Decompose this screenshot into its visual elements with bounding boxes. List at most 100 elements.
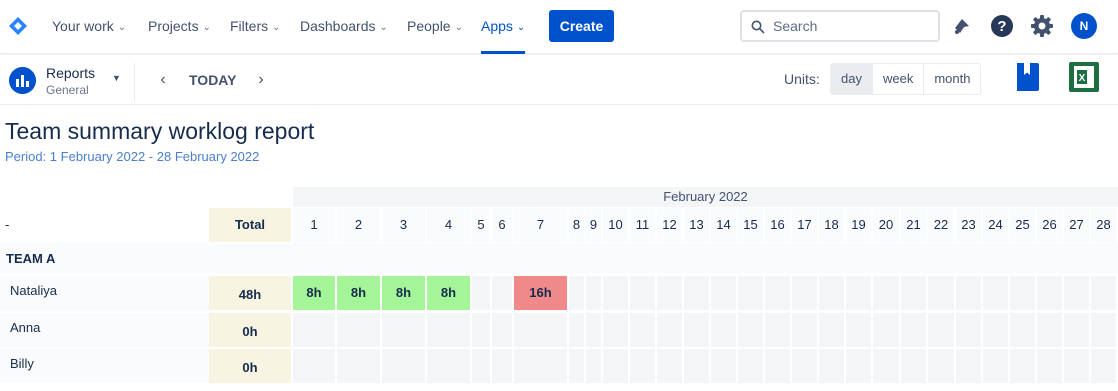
empty-day-cell[interactable] xyxy=(873,276,899,310)
member-name[interactable]: Billy xyxy=(0,349,209,383)
empty-day-cell[interactable] xyxy=(711,276,736,310)
empty-day-cell[interactable] xyxy=(514,349,567,383)
empty-day-cell[interactable] xyxy=(492,313,512,347)
empty-day-cell[interactable] xyxy=(765,313,790,347)
empty-day-cell[interactable] xyxy=(603,349,628,383)
empty-day-cell[interactable] xyxy=(1091,349,1116,383)
empty-day-cell[interactable] xyxy=(1010,349,1035,383)
empty-day-cell[interactable] xyxy=(293,313,335,347)
empty-day-cell[interactable] xyxy=(983,276,1008,310)
empty-day-cell[interactable] xyxy=(1010,313,1035,347)
empty-day-cell[interactable] xyxy=(569,349,584,383)
empty-day-cell[interactable] xyxy=(901,276,926,310)
empty-day-cell[interactable] xyxy=(983,349,1008,383)
worklog-cell[interactable]: 8h xyxy=(427,276,470,310)
empty-day-cell[interactable] xyxy=(630,276,655,310)
day-header-27: 27 xyxy=(1064,208,1089,242)
empty-day-cell[interactable] xyxy=(846,276,871,310)
empty-day-cell[interactable] xyxy=(586,349,601,383)
empty-day-cell[interactable] xyxy=(1091,276,1116,310)
empty-day-cell[interactable] xyxy=(819,349,844,383)
empty-day-cell[interactable] xyxy=(956,313,981,347)
day-header-21: 21 xyxy=(901,208,926,242)
empty-day-cell[interactable] xyxy=(956,276,981,310)
empty-day-cell[interactable] xyxy=(1037,349,1062,383)
empty-day-cell[interactable] xyxy=(514,313,567,347)
day-header-23: 23 xyxy=(956,208,981,242)
empty-day-cell[interactable] xyxy=(819,313,844,347)
empty-day-cell[interactable] xyxy=(337,349,380,383)
empty-day-cell[interactable] xyxy=(873,349,899,383)
empty-day-cell[interactable] xyxy=(657,313,682,347)
empty-day-cell[interactable] xyxy=(603,276,628,310)
empty-day-cell[interactable] xyxy=(928,276,954,310)
empty-day-cell[interactable] xyxy=(901,349,926,383)
day-header-17: 17 xyxy=(792,208,817,242)
empty-day-cell[interactable] xyxy=(901,313,926,347)
empty-day-cell[interactable] xyxy=(765,349,790,383)
empty-day-cell[interactable] xyxy=(472,349,490,383)
empty-day-cell[interactable] xyxy=(684,349,709,383)
empty-day-cell[interactable] xyxy=(738,313,763,347)
empty-day-cell[interactable] xyxy=(657,349,682,383)
empty-day-cell[interactable] xyxy=(1091,313,1116,347)
empty-day-cell[interactable] xyxy=(382,349,425,383)
empty-day-cell[interactable] xyxy=(630,313,655,347)
empty-day-cell[interactable] xyxy=(846,313,871,347)
member-total: 0h xyxy=(209,313,291,347)
empty-day-cell[interactable] xyxy=(382,313,425,347)
empty-day-cell[interactable] xyxy=(586,313,601,347)
empty-day-cell[interactable] xyxy=(1037,276,1062,310)
empty-day-cell[interactable] xyxy=(738,276,763,310)
empty-day-cell[interactable] xyxy=(1064,313,1089,347)
day-header-25: 25 xyxy=(1010,208,1035,242)
empty-day-cell[interactable] xyxy=(738,349,763,383)
day-header-18: 18 xyxy=(819,208,844,242)
total-column-header: Total xyxy=(209,208,291,242)
empty-day-cell[interactable] xyxy=(792,349,817,383)
day-header-15: 15 xyxy=(738,208,763,242)
empty-day-cell[interactable] xyxy=(569,313,584,347)
empty-day-cell[interactable] xyxy=(1064,349,1089,383)
empty-day-cell[interactable] xyxy=(293,349,335,383)
member-name[interactable]: Anna xyxy=(0,313,209,347)
empty-day-cell[interactable] xyxy=(792,276,817,310)
empty-day-cell[interactable] xyxy=(846,349,871,383)
worklog-cell[interactable]: 16h xyxy=(514,276,567,310)
worklog-cell[interactable]: 8h xyxy=(293,276,335,310)
empty-day-cell[interactable] xyxy=(819,276,844,310)
empty-day-cell[interactable] xyxy=(792,313,817,347)
member-name[interactable]: Nataliya xyxy=(0,276,209,310)
empty-day-cell[interactable] xyxy=(630,349,655,383)
team-name: TEAM A xyxy=(6,251,56,266)
empty-day-cell[interactable] xyxy=(1037,313,1062,347)
empty-day-cell[interactable] xyxy=(684,276,709,310)
empty-day-cell[interactable] xyxy=(603,313,628,347)
empty-day-cell[interactable] xyxy=(569,276,584,310)
empty-day-cell[interactable] xyxy=(983,313,1008,347)
empty-day-cell[interactable] xyxy=(765,276,790,310)
empty-day-cell[interactable] xyxy=(956,349,981,383)
empty-day-cell[interactable] xyxy=(1064,276,1089,310)
empty-day-cell[interactable] xyxy=(472,276,490,310)
empty-day-cell[interactable] xyxy=(1010,276,1035,310)
empty-day-cell[interactable] xyxy=(657,276,682,310)
day-header-14: 14 xyxy=(711,208,736,242)
worklog-cell[interactable]: 8h xyxy=(382,276,425,310)
empty-day-cell[interactable] xyxy=(684,313,709,347)
empty-day-cell[interactable] xyxy=(873,313,899,347)
worklog-cell[interactable]: 8h xyxy=(337,276,380,310)
empty-day-cell[interactable] xyxy=(427,349,470,383)
empty-day-cell[interactable] xyxy=(492,349,512,383)
day-header-8: 8 xyxy=(569,208,584,242)
empty-day-cell[interactable] xyxy=(472,313,490,347)
empty-day-cell[interactable] xyxy=(492,276,512,310)
empty-day-cell[interactable] xyxy=(711,313,736,347)
empty-day-cell[interactable] xyxy=(928,313,954,347)
empty-day-cell[interactable] xyxy=(711,349,736,383)
empty-day-cell[interactable] xyxy=(337,313,380,347)
empty-day-cell[interactable] xyxy=(586,276,601,310)
empty-day-cell[interactable] xyxy=(427,313,470,347)
empty-day-cell[interactable] xyxy=(928,349,954,383)
day-header-7: 7 xyxy=(514,208,567,242)
